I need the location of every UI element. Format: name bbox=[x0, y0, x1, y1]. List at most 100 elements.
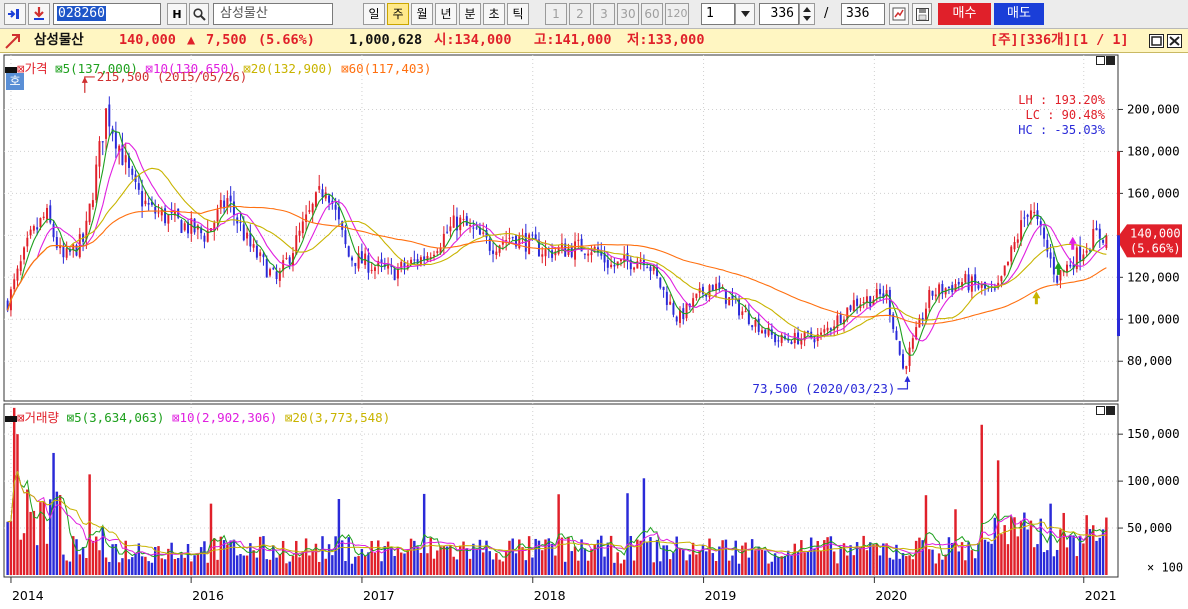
pane-handle-icon[interactable] bbox=[5, 415, 17, 422]
pane-handle-icon[interactable] bbox=[5, 66, 17, 73]
close-icon[interactable] bbox=[1106, 56, 1115, 65]
save-icon[interactable] bbox=[912, 3, 932, 25]
volume-bar bbox=[511, 538, 514, 575]
interval-3[interactable]: 3 bbox=[593, 3, 615, 25]
period-second[interactable]: 초 bbox=[483, 3, 505, 25]
volume-bar bbox=[213, 538, 216, 575]
volume-bar bbox=[911, 559, 915, 575]
volume-bar bbox=[590, 549, 593, 575]
candle-body bbox=[974, 274, 977, 284]
search-icon[interactable] bbox=[189, 3, 209, 25]
close-icon[interactable] bbox=[1106, 406, 1115, 415]
volume-bar bbox=[993, 517, 997, 575]
buy-button[interactable]: 매수 bbox=[938, 3, 991, 25]
volume-bar bbox=[249, 543, 252, 575]
chart-settings-icon[interactable] bbox=[889, 3, 909, 25]
price-tick-label: 180,000 bbox=[1127, 143, 1180, 158]
period-tick[interactable]: 틱 bbox=[507, 3, 529, 25]
volume-bar bbox=[1016, 536, 1020, 575]
h-button[interactable]: H bbox=[167, 3, 187, 25]
volume-bar bbox=[885, 543, 888, 575]
interval-select[interactable]: 1 bbox=[701, 3, 735, 25]
vlegend-ma20: 20(3,773,548) bbox=[292, 410, 391, 425]
candle-body bbox=[387, 264, 390, 269]
volume-bar bbox=[682, 548, 685, 575]
interval-2[interactable]: 2 bbox=[569, 3, 591, 25]
volume-bar bbox=[1075, 556, 1079, 575]
period-year[interactable]: 년 bbox=[435, 3, 457, 25]
count-input[interactable]: 336 bbox=[759, 3, 799, 25]
candle-body bbox=[272, 268, 275, 270]
period-minute[interactable]: 분 bbox=[459, 3, 481, 25]
candle-body bbox=[239, 221, 242, 223]
period-month[interactable]: 월 bbox=[411, 3, 433, 25]
candle-body bbox=[337, 206, 340, 220]
volume-bar bbox=[117, 562, 121, 575]
volume-bar bbox=[173, 559, 177, 575]
interval-1[interactable]: 1 bbox=[545, 3, 567, 25]
volume-bar bbox=[295, 540, 298, 575]
volume-bar bbox=[1042, 552, 1046, 575]
candle-body bbox=[1003, 265, 1006, 276]
spin-icon[interactable] bbox=[799, 3, 815, 25]
candle-body bbox=[137, 183, 140, 190]
volume-bar bbox=[281, 540, 285, 575]
candle-body bbox=[462, 218, 465, 220]
interval-60[interactable]: 60 bbox=[641, 3, 663, 25]
interval-120[interactable]: 120 bbox=[665, 3, 689, 25]
candle-body bbox=[1095, 227, 1098, 231]
volume-bar bbox=[583, 548, 587, 575]
year-tick-label: 2016 bbox=[192, 588, 224, 603]
chevron-down-icon[interactable] bbox=[735, 3, 755, 25]
volume-bar bbox=[734, 540, 737, 575]
candle-body bbox=[36, 227, 39, 230]
volume-bar bbox=[229, 540, 232, 575]
volume-bar bbox=[275, 557, 278, 575]
year-tick-label: 2018 bbox=[534, 588, 566, 603]
volume-bar bbox=[140, 556, 144, 575]
candle-body bbox=[285, 257, 288, 259]
volume-bar bbox=[957, 551, 961, 575]
link-icon[interactable] bbox=[4, 3, 26, 25]
volume-bar bbox=[508, 540, 511, 575]
period-week[interactable]: 주 bbox=[387, 3, 409, 25]
candle-body bbox=[157, 212, 160, 214]
candle-body bbox=[101, 141, 104, 143]
volume-bar bbox=[1032, 547, 1036, 575]
count-total: 336 bbox=[841, 3, 885, 25]
stock-chart[interactable]: 200,000 180,000 160,000 140,000 120,000 100,0… bbox=[0, 53, 1188, 609]
volume-bar bbox=[108, 561, 111, 575]
volume-bar bbox=[888, 557, 892, 575]
volume-bar bbox=[819, 550, 823, 575]
quote-badge[interactable]: 호 bbox=[6, 73, 24, 90]
volume-bar bbox=[501, 561, 505, 575]
candle-body bbox=[288, 257, 291, 264]
maximize-icon[interactable] bbox=[1096, 56, 1105, 65]
download-icon[interactable] bbox=[28, 3, 50, 25]
price-legend: ⊠가격 ⊠5(137,000) ⊠10(130,650) ⊠20(132,900… bbox=[5, 58, 431, 77]
candle-body bbox=[895, 330, 898, 340]
candle-body bbox=[511, 237, 514, 239]
stock-name-field[interactable]: 삼성물산 bbox=[213, 3, 333, 25]
volume-bar bbox=[727, 560, 731, 575]
interval-30[interactable]: 30 bbox=[617, 3, 639, 25]
candle-body bbox=[446, 231, 449, 233]
candle-body bbox=[856, 298, 859, 306]
volume-bar bbox=[524, 560, 528, 575]
candle-body bbox=[13, 279, 16, 290]
sell-button[interactable]: 매도 bbox=[994, 3, 1044, 25]
candle-body bbox=[393, 268, 396, 281]
price-pane[interactable] bbox=[3, 54, 1119, 402]
volume-bar bbox=[750, 539, 754, 575]
volume-bar bbox=[898, 558, 901, 575]
candle-body bbox=[551, 250, 554, 258]
candle-body bbox=[98, 141, 101, 167]
volume-bar bbox=[744, 542, 747, 575]
volume-bar bbox=[475, 549, 478, 575]
price-tick-label: 120,000 bbox=[1127, 269, 1180, 284]
maximize-icon[interactable] bbox=[1096, 406, 1105, 415]
period-day[interactable]: 일 bbox=[363, 3, 385, 25]
candle-body bbox=[665, 291, 668, 305]
volume-bar bbox=[137, 543, 141, 575]
stock-code-input[interactable]: 028260 bbox=[53, 3, 161, 25]
